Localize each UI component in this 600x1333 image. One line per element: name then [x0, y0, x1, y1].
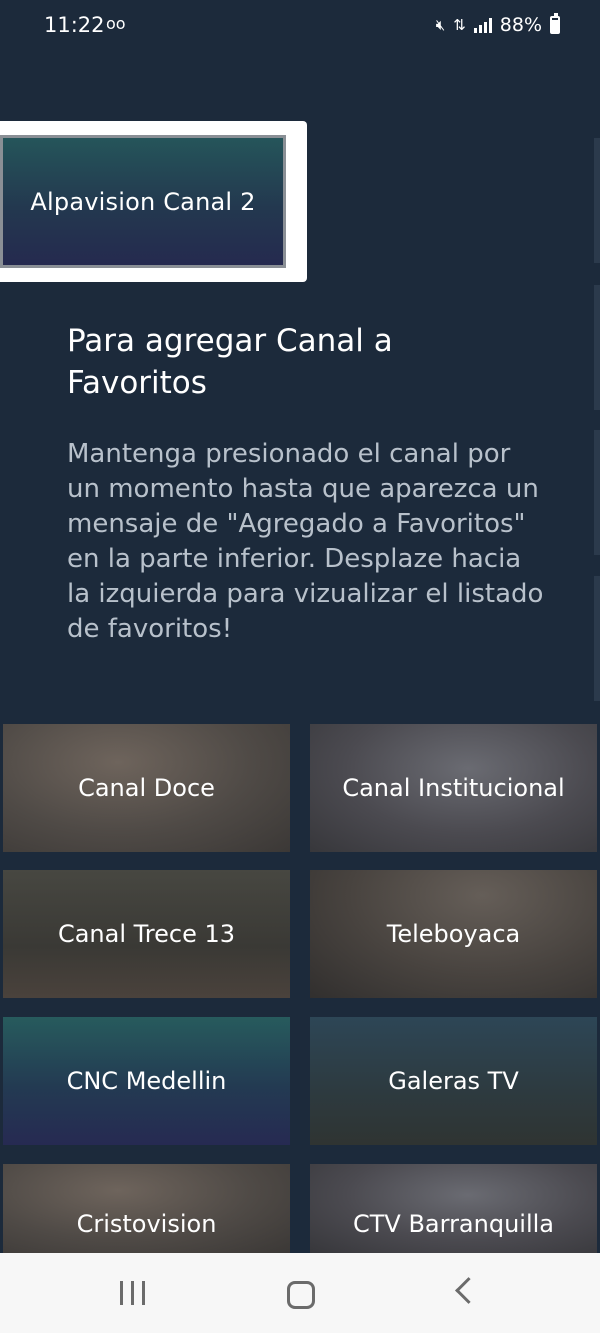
featured-channel-label: Alpavision Canal 2 [30, 187, 256, 216]
status-time: 11:22 [44, 13, 105, 37]
next-page-edge [594, 285, 600, 410]
mute-icon: 🔇︎ [435, 16, 446, 34]
channel-tile[interactable]: Galeras TV [310, 1017, 597, 1145]
channel-label: Galeras TV [388, 1067, 519, 1095]
channel-label: Canal Institucional [342, 774, 565, 802]
channel-label: CTV Barranquilla [352, 1210, 555, 1238]
channel-tile[interactable]: Canal Institucional [310, 724, 597, 852]
channel-label: Teleboyaca [386, 920, 521, 948]
back-icon[interactable] [455, 1277, 482, 1304]
info-body: Mantenga presionado el canal por un mome… [67, 439, 544, 644]
channel-tile[interactable]: Canal Doce [3, 724, 290, 852]
data-transfer-icon: ⇅ [453, 16, 466, 34]
voicemail-icon: oo [106, 14, 126, 33]
channel-tile[interactable]: Cristovision [3, 1164, 290, 1253]
channel-tile[interactable]: Canal Trece 13 [3, 870, 290, 998]
status-bar: 11:22 oo 🔇︎ ⇅ 88% [0, 0, 600, 54]
channel-label: Canal Doce [78, 774, 215, 802]
navigation-bar [0, 1253, 600, 1333]
home-icon[interactable] [287, 1281, 315, 1309]
recent-apps-icon[interactable] [120, 1281, 145, 1305]
status-icons: 🔇︎ ⇅ 88% [435, 13, 560, 36]
battery-percent: 88% [499, 14, 542, 36]
channel-tile[interactable]: CNC Medellin [3, 1017, 290, 1145]
next-page-edge [594, 138, 600, 263]
battery-icon [550, 13, 560, 34]
next-page-edge [594, 576, 600, 701]
featured-channel-frame: Alpavision Canal 2 [0, 121, 307, 282]
next-page-edge [594, 430, 600, 555]
channel-tile[interactable]: CTV Barranquilla [310, 1164, 597, 1253]
channel-label: Canal Trece 13 [57, 920, 236, 948]
signal-icon [473, 17, 492, 33]
featured-channel-card[interactable]: Alpavision Canal 2 [0, 135, 286, 268]
channel-tile[interactable]: Teleboyaca [310, 870, 597, 998]
channel-label: Cristovision [76, 1210, 217, 1238]
channel-label: CNC Medellin [66, 1067, 227, 1095]
info-title: Para agregar Canal a Favoritos [67, 323, 393, 401]
